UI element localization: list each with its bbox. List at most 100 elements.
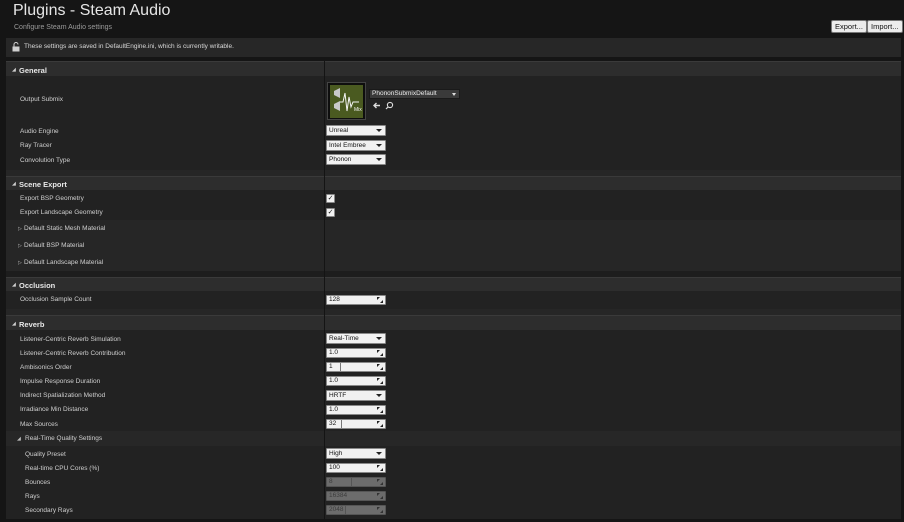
property-label: Default BSP Material bbox=[24, 242, 85, 249]
column-divider[interactable] bbox=[324, 61, 325, 519]
subsection-realtime-quality[interactable]: ◢ Real-Time Quality Settings bbox=[6, 431, 901, 446]
section-occlusion[interactable]: ◢ Occlusion bbox=[6, 277, 901, 291]
section-label: Reverb bbox=[19, 320, 45, 329]
property-label: Output Submix bbox=[20, 96, 63, 103]
browse-search-icon[interactable] bbox=[385, 101, 394, 110]
ambisonics-order-input[interactable]: 1 bbox=[326, 362, 386, 372]
property-label: Export BSP Geometry bbox=[20, 195, 84, 202]
convolution-type-combo[interactable]: Phonon bbox=[326, 154, 386, 165]
row-default-bsp-material[interactable]: ▷ Default BSP Material bbox=[6, 237, 901, 254]
row-occlusion-sample-count: Occlusion Sample Count bbox=[6, 293, 901, 307]
page-title: Plugins - Steam Audio bbox=[13, 2, 171, 19]
use-selected-arrow-icon[interactable] bbox=[372, 101, 381, 110]
row-reverb-simulation: Listener-Centric Reverb Simulation bbox=[6, 332, 901, 346]
property-label: Max Sources bbox=[20, 421, 58, 428]
subsection-label: Real-Time Quality Settings bbox=[25, 435, 103, 442]
cpu-cores-input[interactable]: 100 bbox=[326, 463, 386, 473]
drag-resize-icon bbox=[377, 507, 383, 513]
reverb-contribution-input[interactable]: 1.0 bbox=[326, 348, 386, 358]
number-value: 128 bbox=[329, 296, 340, 303]
property-label: Listener-Centric Reverb Contribution bbox=[20, 350, 126, 357]
property-label: Rays bbox=[25, 493, 40, 500]
export-landscape-checkbox[interactable]: ✓ bbox=[326, 208, 335, 217]
submix-asset-value: PhononSubmixDefault bbox=[372, 90, 437, 97]
notice-text: These settings are saved in DefaultEngin… bbox=[24, 43, 234, 50]
window-header: Plugins - Steam Audio Configure Steam Au… bbox=[0, 0, 904, 38]
audio-engine-combo[interactable]: Unreal bbox=[326, 125, 386, 136]
slider-bar bbox=[345, 506, 346, 514]
number-value: 8 bbox=[329, 478, 333, 485]
thumbnail-image: Mix bbox=[330, 85, 363, 118]
combo-value: HRTF bbox=[329, 392, 347, 399]
property-label: Ambisonics Order bbox=[20, 364, 72, 371]
collapse-triangle-icon: ◢ bbox=[12, 67, 16, 73]
drag-resize-icon[interactable] bbox=[377, 421, 383, 427]
row-impulse-duration: Impulse Response Duration bbox=[6, 374, 901, 388]
row-default-static-mesh-material[interactable]: ▷ Default Static Mesh Material bbox=[6, 220, 901, 237]
row-ambisonics-order: Ambisonics Order bbox=[6, 360, 901, 374]
submix-asset-combo[interactable]: PhononSubmixDefault bbox=[369, 89, 460, 99]
combo-value: Real-Time bbox=[329, 335, 359, 342]
combo-value: Phonon bbox=[329, 156, 352, 163]
expand-triangle-icon[interactable]: ▷ bbox=[18, 226, 22, 232]
collapse-triangle-icon[interactable]: ◢ bbox=[17, 436, 21, 442]
section-general[interactable]: ◢ General bbox=[6, 61, 901, 76]
rays-input: 16384 bbox=[326, 491, 386, 501]
row-audio-engine: Audio Engine bbox=[6, 124, 901, 138]
section-reverb[interactable]: ◢ Reverb bbox=[6, 315, 901, 330]
submix-thumbnail[interactable]: Mix bbox=[327, 82, 366, 120]
row-cpu-cores: Real-time CPU Cores (%) bbox=[6, 461, 901, 475]
row-convolution-type: Convolution Type bbox=[6, 153, 901, 167]
row-export-landscape: Export Landscape Geometry bbox=[6, 206, 901, 220]
export-bsp-checkbox[interactable]: ✓ bbox=[326, 194, 335, 203]
drag-resize-icon[interactable] bbox=[377, 350, 383, 356]
reverb-simulation-combo[interactable]: Real-Time bbox=[326, 333, 386, 344]
quality-preset-combo[interactable]: High bbox=[326, 448, 386, 459]
row-secondary-rays: Secondary Rays bbox=[6, 503, 901, 517]
property-label: Convolution Type bbox=[20, 157, 71, 164]
drag-resize-icon[interactable] bbox=[377, 378, 383, 384]
combo-value: Unreal bbox=[329, 127, 349, 134]
irradiance-min-distance-input[interactable]: 1.0 bbox=[326, 405, 386, 415]
number-value: 1 bbox=[329, 363, 333, 370]
property-label: Real-time CPU Cores (%) bbox=[25, 465, 100, 472]
collapse-triangle-icon: ◢ bbox=[12, 282, 16, 288]
row-indirect-spatialization: Indirect Spatialization Method bbox=[6, 389, 901, 403]
indirect-spatialization-combo[interactable]: HRTF bbox=[326, 390, 386, 401]
property-label: Ray Tracer bbox=[20, 142, 52, 149]
section-label: Scene Export bbox=[19, 180, 67, 189]
row-default-landscape-material[interactable]: ▷ Default Landscape Material bbox=[6, 254, 901, 271]
occlusion-sample-count-input[interactable]: 128 bbox=[326, 295, 386, 305]
drag-resize-icon[interactable] bbox=[377, 364, 383, 370]
number-value: 1.0 bbox=[329, 349, 339, 356]
number-value: 2048 bbox=[329, 506, 344, 513]
config-notice: These settings are saved in DefaultEngin… bbox=[6, 38, 901, 57]
number-value: 1.0 bbox=[329, 377, 339, 384]
export-button[interactable]: Export... bbox=[831, 20, 867, 33]
waveform-icon: Mix bbox=[334, 88, 362, 113]
chevron-down-icon bbox=[376, 129, 382, 132]
slider-bar bbox=[340, 363, 341, 371]
property-label: Impulse Response Duration bbox=[20, 378, 101, 385]
import-button[interactable]: Import... bbox=[867, 20, 903, 33]
page-subtitle: Configure Steam Audio settings bbox=[14, 24, 113, 31]
row-bounces: Bounces bbox=[6, 475, 901, 489]
row-irradiance-min-distance: Irradiance Min Distance bbox=[6, 403, 901, 417]
property-label: Default Static Mesh Material bbox=[24, 225, 106, 232]
expand-triangle-icon[interactable]: ▷ bbox=[18, 260, 22, 266]
section-scene-export[interactable]: ◢ Scene Export bbox=[6, 176, 901, 190]
drag-resize-icon[interactable] bbox=[377, 465, 383, 471]
chevron-down-icon bbox=[452, 92, 456, 96]
drag-resize-icon[interactable] bbox=[377, 297, 383, 303]
unlock-icon bbox=[12, 42, 20, 52]
property-label: Occlusion Sample Count bbox=[20, 296, 92, 303]
impulse-duration-input[interactable]: 1.0 bbox=[326, 376, 386, 386]
number-value: 16384 bbox=[329, 492, 348, 499]
chevron-down-icon bbox=[376, 394, 382, 397]
max-sources-input[interactable]: 32 bbox=[326, 419, 386, 429]
expand-triangle-icon[interactable]: ▷ bbox=[18, 243, 22, 249]
drag-resize-icon[interactable] bbox=[377, 407, 383, 413]
property-label: Default Landscape Material bbox=[24, 259, 104, 266]
ray-tracer-combo[interactable]: Intel Embree bbox=[326, 140, 386, 151]
property-label: Secondary Rays bbox=[25, 507, 73, 514]
